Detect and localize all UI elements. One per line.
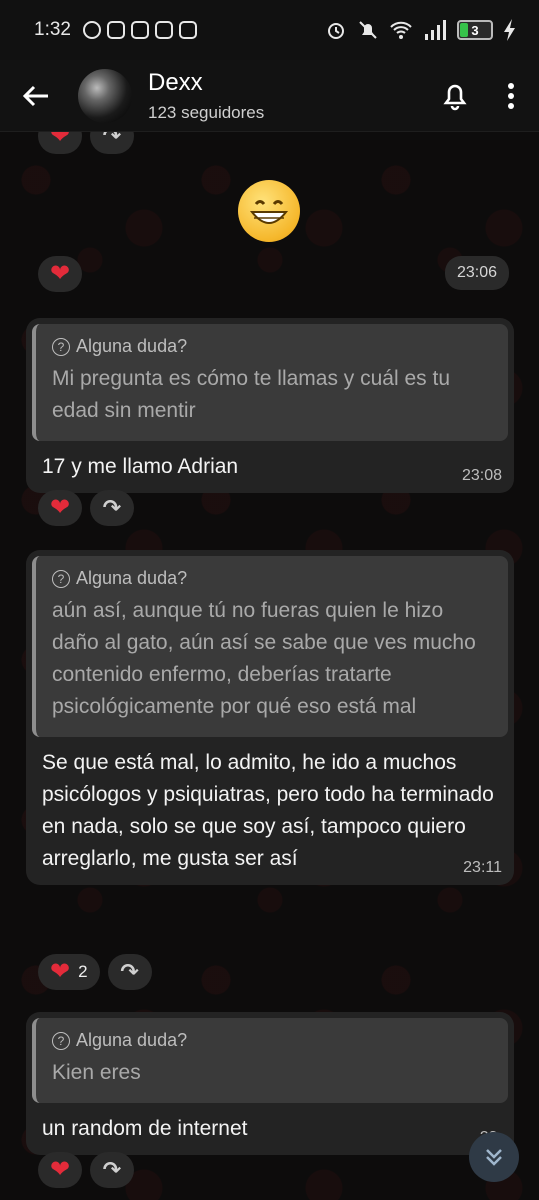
heart-icon: ❤ [49,1156,71,1183]
quote-label: Alguna duda? [76,568,188,588]
alarm-icon [328,23,344,39]
channel-title-block[interactable]: Dexx 123 seguidores [148,69,427,123]
scroll-down-button[interactable] [469,1132,519,1182]
message-time: 23:11 [463,859,502,876]
back-arrow-icon[interactable] [0,60,72,132]
forward-button[interactable]: ↷ [90,1152,134,1188]
signal-icon [425,20,446,40]
quote-label: Alguna duda? [76,336,188,356]
charging-icon [504,19,515,41]
heart-icon: ❤ [49,260,71,287]
message-bubble[interactable]: ? Alguna duda? aún así, aunque tú no fue… [26,550,514,885]
question-icon: ? [52,337,70,356]
reaction-row: ❤ 2 ↷ [38,954,152,990]
forward-icon: ↷ [102,132,122,148]
more-options-icon[interactable] [483,60,539,132]
quote-text: Kien eres [52,1061,141,1084]
wifi-icon [390,21,412,39]
whatsapp-icon [82,21,101,39]
follower-count: 123 seguidores [148,102,265,122]
instagram-icon [106,21,125,39]
question-icon: ? [52,569,70,588]
forward-button[interactable]: ↷ [90,132,134,154]
heart-reaction[interactable]: ❤ [38,490,82,526]
quote-label: Alguna duda? [76,1030,188,1050]
battery-level: 3 [471,22,479,38]
instagram-icon-2 [178,21,197,39]
quote-label-row: ? Alguna duda? [52,336,492,357]
battery-indicator: 3 [457,20,493,40]
reaction-row: ❤ ↷ [38,1152,134,1188]
message-time: 23:08 [461,467,502,484]
forward-button[interactable]: ↷ [107,954,152,990]
heart-icon: ❤ [49,494,71,521]
chat-area[interactable]: ❤ ↷ ❤ 23:06 ? Alguna duda? Mi pregunta e… [0,132,539,1200]
reaction-count: 2 [78,962,88,981]
message-text: un random de internet [42,1117,248,1140]
forward-icon: ↷ [102,1157,122,1182]
mute-bell-icon [359,21,377,39]
bell-icon[interactable] [427,60,483,132]
message-bubble[interactable]: ? Alguna duda? Kien eres un random de in… [26,1012,514,1155]
chat-header: Dexx 123 seguidores [0,60,539,132]
heart-reaction[interactable]: ❤ [38,256,82,292]
status-time: 1:32 [34,19,71,40]
quoted-question[interactable]: ? Alguna duda? Kien eres [32,1018,508,1103]
message-time: 23:06 [444,256,509,290]
message-text: Se que está mal, lo admito, he ido a muc… [42,751,494,870]
forward-icon: ↷ [102,495,122,520]
quote-text: Mi pregunta es cómo te llamas y cuál es … [52,367,451,422]
channel-avatar[interactable] [78,68,132,123]
reaction-row: ❤ ↷ [38,490,134,526]
quoted-question[interactable]: ? Alguna duda? aún así, aunque tú no fue… [32,556,508,737]
heart-icon: ❤ [50,958,71,985]
channel-name: Dexx [148,68,203,96]
youtube-icon-2 [154,21,173,39]
question-icon: ? [52,1031,70,1050]
reaction-row-emoji: ❤ [38,256,82,292]
heart-reaction[interactable]: ❤ [38,132,82,154]
forward-icon: ↷ [120,959,139,984]
youtube-icon [130,21,149,39]
grinning-emoji [238,180,300,242]
status-bar: 1:32 3 [0,0,539,60]
quoted-question[interactable]: ? Alguna duda? Mi pregunta es cómo te ll… [32,324,508,441]
heart-icon: ❤ [49,132,71,149]
double-chevron-down-icon [486,1149,502,1166]
heart-reaction[interactable]: ❤ [38,1152,82,1188]
quote-text: aún así, aunque tú no fueras quien le hi… [52,599,476,718]
quote-label-row: ? Alguna duda? [52,568,492,589]
quote-label-row: ? Alguna duda? [52,1030,492,1051]
reaction-row-top: ❤ ↷ [38,132,134,154]
forward-button[interactable]: ↷ [90,490,134,526]
message-bubble[interactable]: ? Alguna duda? Mi pregunta es cómo te ll… [26,318,514,493]
heart-reaction[interactable]: ❤ 2 [38,954,100,990]
message-text: 17 y me llamo Adrian [42,455,239,478]
notification-icons [82,21,197,39]
